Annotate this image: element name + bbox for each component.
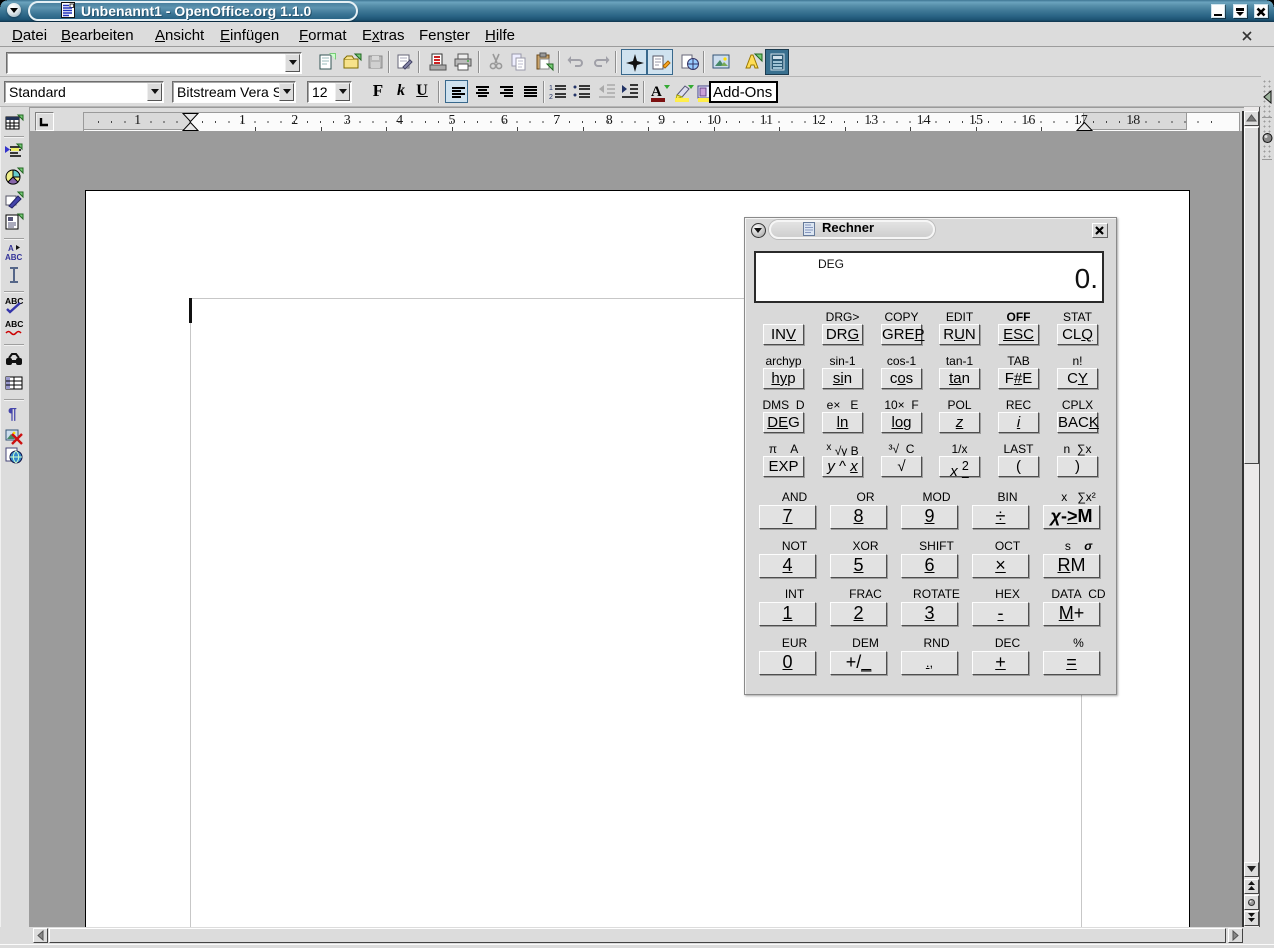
svg-text:ABC: ABC: [5, 253, 23, 262]
svg-text:ABC: ABC: [5, 319, 23, 329]
svg-text:A: A: [8, 244, 14, 253]
svg-text:ABC: ABC: [5, 296, 23, 306]
svg-text:1: 1: [549, 85, 553, 92]
svg-text:¶: ¶: [8, 406, 17, 423]
svg-text:A: A: [651, 84, 662, 100]
svg-text:2: 2: [549, 94, 553, 101]
